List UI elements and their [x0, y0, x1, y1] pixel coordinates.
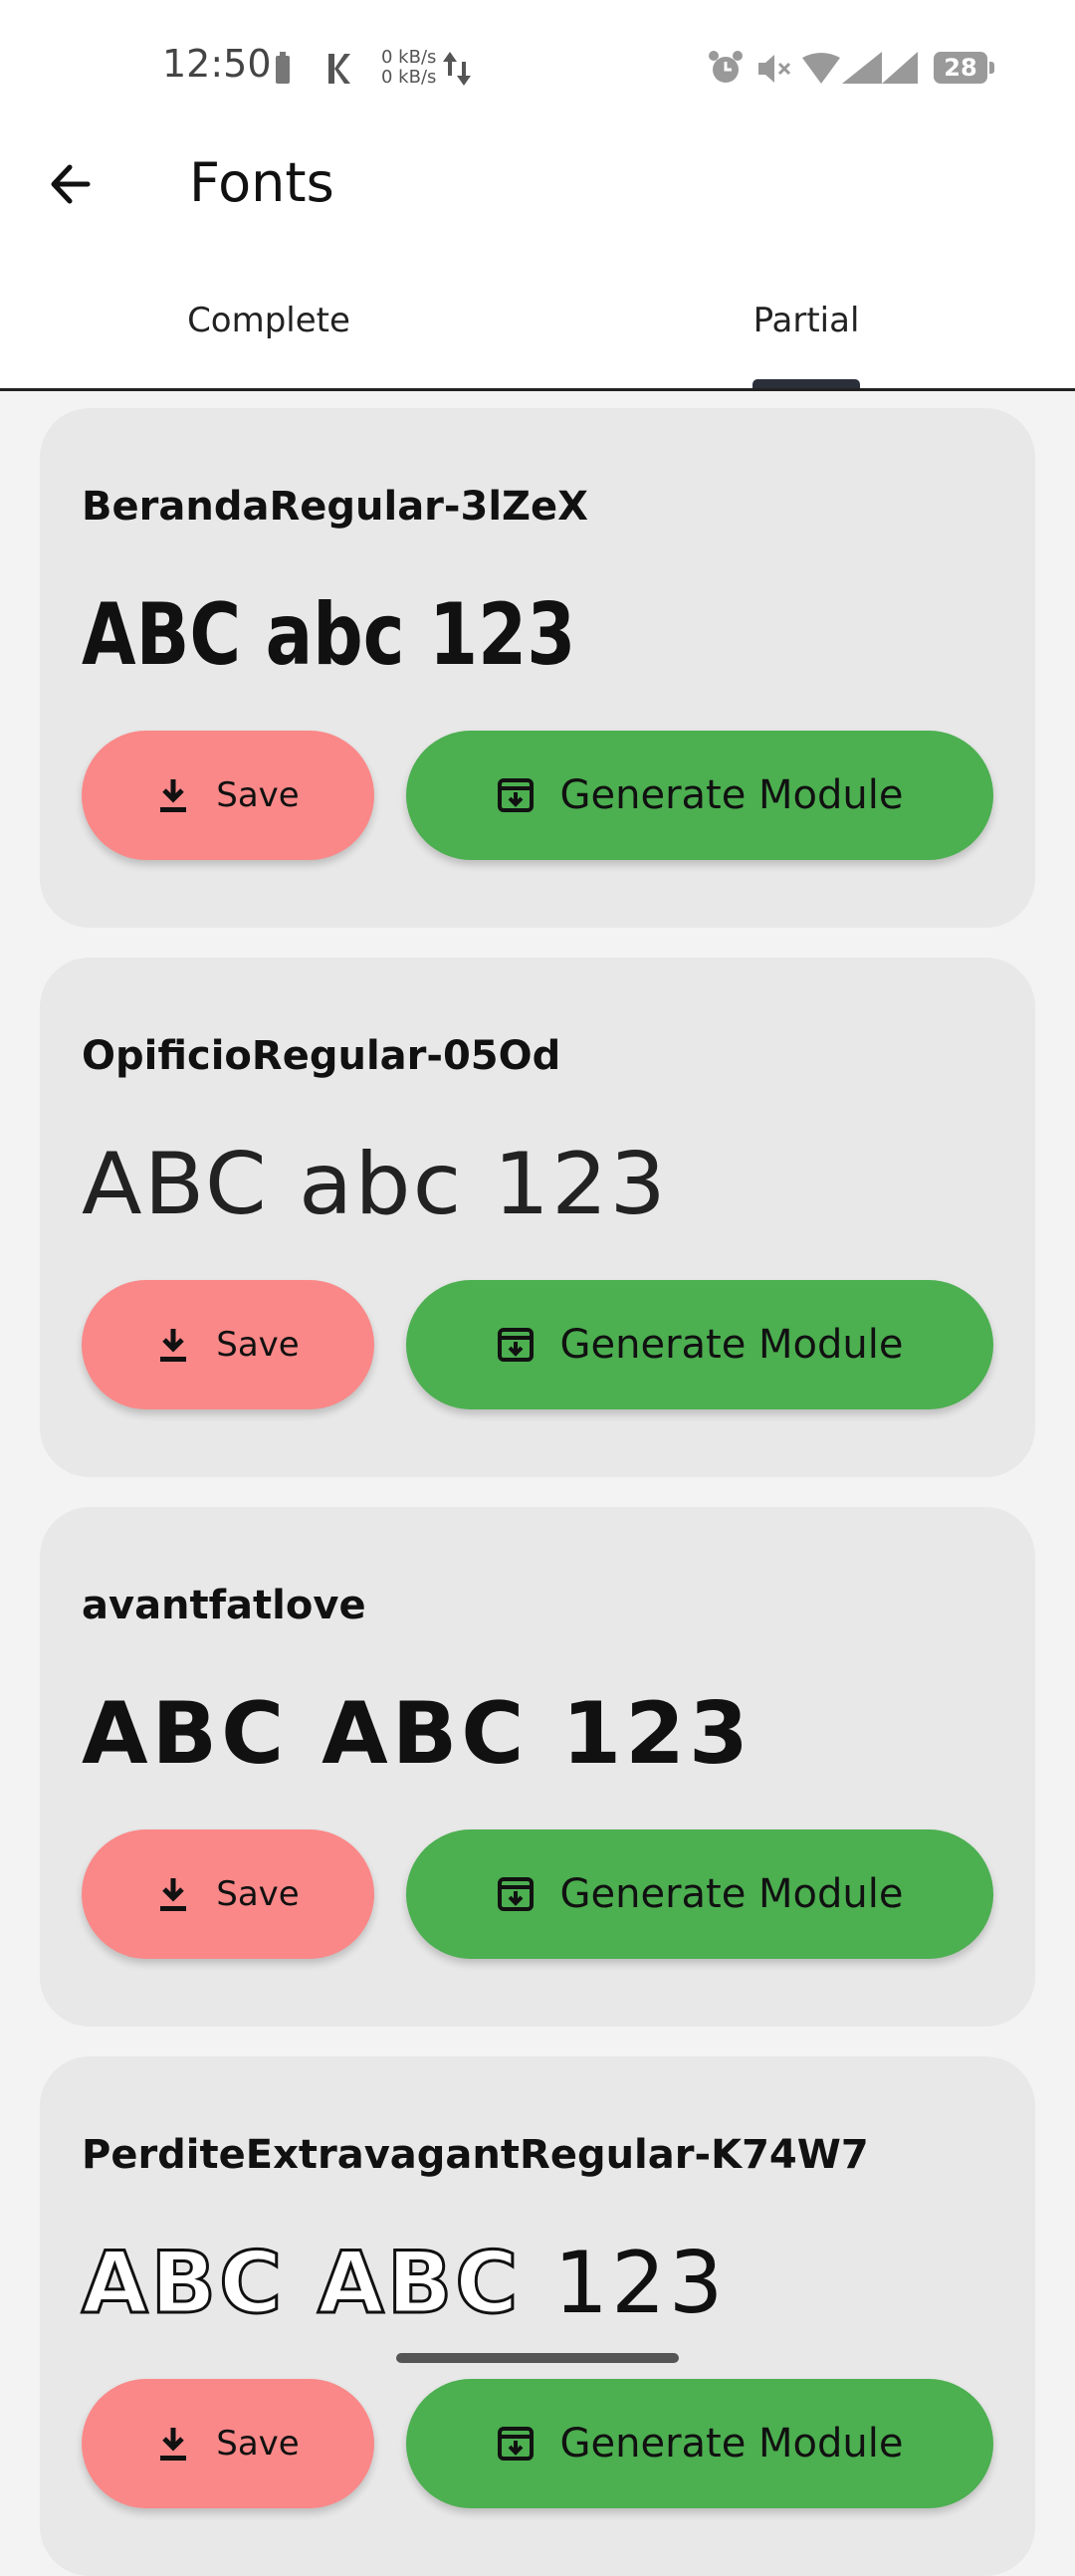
download-icon	[160, 1329, 187, 1362]
wifi-icon	[802, 53, 840, 84]
save-button[interactable]: Save	[82, 2379, 374, 2508]
generate-module-label: Generate Module	[559, 1871, 904, 1917]
archive-download-icon	[497, 778, 534, 812]
generate-module-button[interactable]: Generate Module	[406, 1829, 993, 1959]
signal-2-icon	[882, 52, 918, 84]
arrow-left-icon[interactable]	[40, 149, 109, 219]
font-card: PerditeExtravagantRegular-K74W7 ABC ABC …	[40, 2056, 1035, 2576]
font-sample-letters: ABC ABC	[80, 2233, 522, 2335]
net-down-speed: 0 kB/s	[381, 67, 437, 88]
data-transfer-icon	[443, 52, 471, 86]
status-bar: 12:50 0 kB/s 0 kB/s 28	[0, 0, 1075, 139]
alarm-icon	[709, 51, 743, 83]
generate-module-label: Generate Module	[559, 1322, 904, 1368]
page-title: Fonts	[189, 151, 334, 214]
battery-saver-icon	[276, 52, 290, 84]
battery-icon: 28	[934, 52, 987, 84]
download-icon	[160, 779, 187, 812]
battery-tip	[989, 62, 994, 74]
gesture-nav-bar[interactable]	[396, 2353, 679, 2363]
generate-module-label: Generate Module	[559, 2421, 904, 2467]
font-sample-numbers: 123	[553, 2234, 727, 2333]
tab-bar: Complete Partial	[0, 279, 1075, 391]
save-button[interactable]: Save	[82, 731, 374, 860]
mute-icon	[758, 55, 791, 83]
k-app-icon	[328, 54, 350, 84]
font-name: BerandaRegular-3lZeX	[82, 484, 589, 530]
generate-module-label: Generate Module	[559, 772, 904, 818]
font-sample: ABC abc 123	[82, 1135, 668, 1234]
save-label: Save	[216, 775, 300, 815]
archive-download-icon	[497, 2427, 534, 2461]
tab-indicator	[752, 379, 860, 388]
save-label: Save	[216, 2424, 300, 2464]
font-sample: ABC ABC 123	[82, 1684, 752, 1784]
font-card: BerandaRegular-3lZeX ABC abc 123 Save Ge…	[40, 408, 1035, 928]
font-card: OpificioRegular-05Od ABC abc 123 Save Ge…	[40, 958, 1035, 1477]
font-sample: ABC ABC 123	[80, 2233, 727, 2335]
font-sample: ABC abc 123	[82, 585, 576, 685]
tab-complete[interactable]: Complete	[70, 301, 468, 340]
save-label: Save	[216, 1325, 300, 1365]
save-label: Save	[216, 1874, 300, 1914]
archive-download-icon	[497, 1328, 534, 1362]
font-card: avantfatlove ABC ABC 123 Save Generate M…	[40, 1507, 1035, 2027]
save-button[interactable]: Save	[82, 1280, 374, 1409]
status-time: 12:50	[162, 42, 272, 86]
network-speed: 0 kB/s 0 kB/s	[381, 48, 436, 88]
archive-download-icon	[497, 1877, 534, 1911]
battery-level: 28	[944, 54, 977, 82]
tab-partial[interactable]: Partial	[607, 301, 1005, 340]
download-icon	[160, 2428, 187, 2461]
font-name: avantfatlove	[82, 1583, 366, 1628]
net-up-speed: 0 kB/s	[381, 47, 437, 68]
signal-1-icon	[842, 52, 882, 84]
download-icon	[160, 1878, 187, 1911]
font-name: PerditeExtravagantRegular-K74W7	[82, 2132, 869, 2178]
generate-module-button[interactable]: Generate Module	[406, 2379, 993, 2508]
generate-module-button[interactable]: Generate Module	[406, 1280, 993, 1409]
font-name: OpificioRegular-05Od	[82, 1033, 561, 1079]
save-button[interactable]: Save	[82, 1829, 374, 1959]
generate-module-button[interactable]: Generate Module	[406, 731, 993, 860]
